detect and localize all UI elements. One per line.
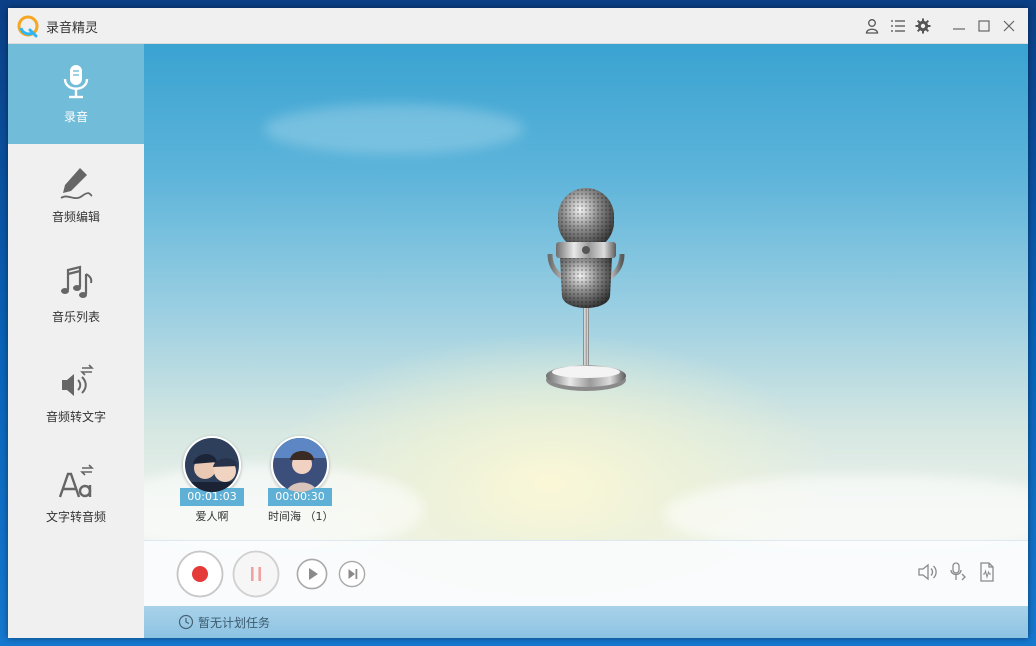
audio-file-icon[interactable] (976, 561, 998, 583)
maximize-icon[interactable] (975, 17, 993, 35)
play-button[interactable] (296, 558, 328, 590)
sidebar-item-text-to-audio[interactable]: 文字转音频 (8, 444, 144, 544)
cloud-decoration (264, 104, 524, 154)
sidebar-item-audio-to-text[interactable]: 音频转文字 (8, 344, 144, 444)
close-icon[interactable] (1000, 17, 1018, 35)
sidebar: 录音 音频编辑 音乐列表 音频转文字 文字转音频 (8, 44, 144, 638)
recording-name: 时间海 （1） (268, 510, 334, 523)
recording-panel: 00:01:03 爱人啊 00:00:30 时间海 （1） 暂无计划任务 (144, 44, 1028, 638)
recording-name: 爱人啊 (195, 510, 229, 523)
recording-item[interactable]: 00:01:03 爱人啊 (180, 436, 244, 524)
microphone-input-icon[interactable] (946, 561, 968, 583)
pause-button[interactable] (232, 550, 280, 598)
sidebar-item-label: 音频转文字 (45, 410, 106, 424)
pen-icon (56, 162, 96, 202)
app-logo-icon (16, 14, 40, 38)
app-title: 录音精灵 (46, 21, 99, 36)
record-button[interactable] (176, 550, 224, 598)
text-convert-icon (56, 462, 96, 502)
sidebar-item-record[interactable]: 录音 (8, 44, 144, 144)
sidebar-item-label: 音乐列表 (51, 310, 100, 324)
status-bar: 暂无计划任务 (144, 606, 1028, 638)
user-icon[interactable] (863, 17, 881, 35)
minimize-icon[interactable] (950, 17, 968, 35)
sidebar-item-label: 录音 (63, 110, 88, 124)
recording-duration: 00:00:30 (268, 488, 332, 506)
microphone-illustration (546, 188, 626, 391)
sidebar-item-label: 音频编辑 (51, 210, 100, 224)
microphone-icon (56, 62, 96, 102)
gear-icon[interactable] (914, 17, 932, 35)
speaker-convert-icon (56, 362, 96, 402)
recording-item[interactable]: 00:00:30 时间海 （1） (268, 436, 334, 524)
volume-icon[interactable] (916, 561, 938, 583)
clock-icon (178, 614, 194, 630)
next-button[interactable] (338, 560, 366, 588)
music-notes-icon (56, 262, 96, 302)
sidebar-item-music-list[interactable]: 音乐列表 (8, 244, 144, 344)
recording-cover-image (183, 436, 241, 494)
schedule-status-text[interactable]: 暂无计划任务 (198, 614, 270, 631)
recording-duration: 00:01:03 (180, 488, 244, 506)
app-window: 录音精灵 录音 音频编辑 音乐列表 音频转文字 文字转音频 00:01:03 爱… (8, 8, 1028, 638)
sidebar-item-label: 文字转音频 (45, 510, 106, 524)
recording-cover-image (271, 436, 329, 494)
title-bar: 录音精灵 (8, 8, 1028, 44)
playback-control-bar (144, 540, 1028, 606)
sidebar-item-audio-edit[interactable]: 音频编辑 (8, 144, 144, 244)
list-icon[interactable] (889, 17, 907, 35)
